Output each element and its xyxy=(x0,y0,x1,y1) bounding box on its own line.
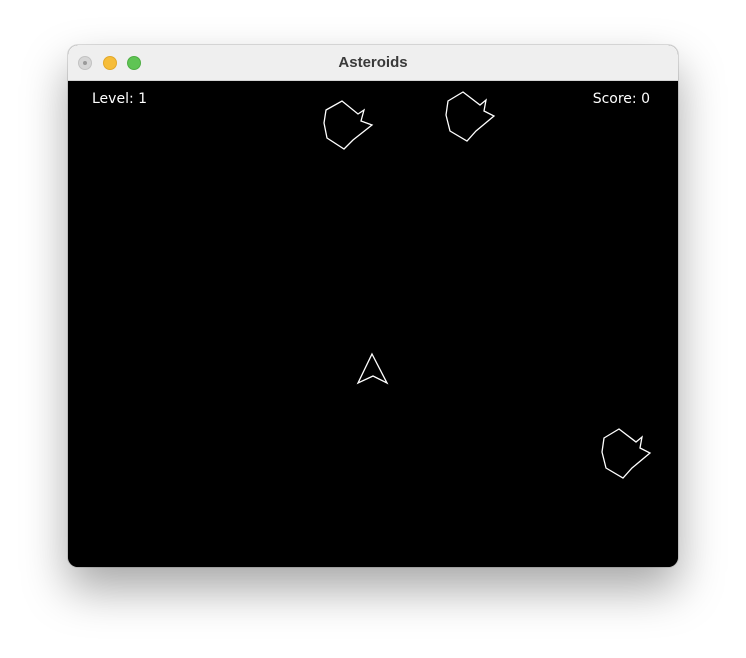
game-window: Asteroids Level: 1 Score: 0 xyxy=(68,45,678,567)
asteroid xyxy=(445,91,496,142)
playfield xyxy=(323,91,652,479)
player-ship xyxy=(356,352,389,385)
game-canvas[interactable]: Level: 1 Score: 0 xyxy=(68,81,678,567)
asteroid xyxy=(323,100,374,150)
title-bar: Asteroids xyxy=(68,45,678,81)
window-title: Asteroids xyxy=(338,54,408,71)
asteroid xyxy=(601,428,652,479)
